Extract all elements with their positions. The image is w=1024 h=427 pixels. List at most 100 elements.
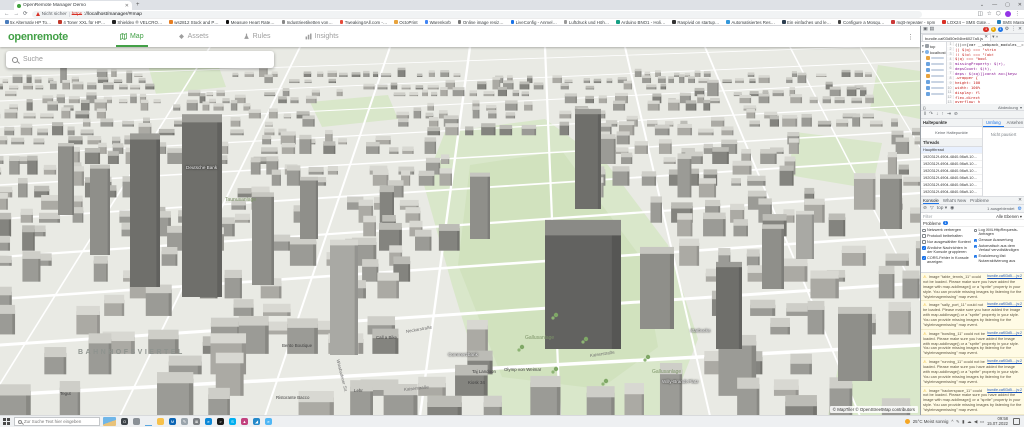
console-setting-checkbox[interactable]: Ähnliche Nachrichten in der Konsole grup…	[922, 246, 972, 255]
tray-icon[interactable]: ☁	[967, 419, 971, 425]
device-toolbar-icon[interactable]: ▤	[930, 27, 935, 33]
forward-icon[interactable]: →	[14, 10, 20, 18]
code-editor[interactable]: 1 (()=>{var __webpack_modules__=({ 2 || …	[947, 42, 1024, 104]
warning-badge[interactable]: 5	[990, 27, 996, 32]
taskbar-app-button[interactable]: O	[121, 418, 128, 425]
worker-thread-row[interactable]: 1920312f-4904-4840-98a9-10…	[921, 168, 982, 175]
devtools-close-icon[interactable]: ✕	[1018, 27, 1022, 33]
message-source-link[interactable]: bundle.caf03d5….js:2	[987, 388, 1022, 392]
bookmark-item[interactable]: Online image resiz…	[457, 20, 504, 25]
issues-tab[interactable]: Probleme	[970, 197, 989, 204]
weather-label[interactable]: 25°C Meist sonnig	[913, 419, 949, 424]
tab-close-icon[interactable]: ✕	[125, 3, 129, 9]
map-canvas[interactable]: BAHNHOFSVIERTEL Gallusanlage Gallusanlage T…	[0, 47, 920, 415]
console-setting-checkbox[interactable]: Nur ausgewählter Kontext	[922, 240, 972, 244]
asset-search-box[interactable]	[6, 51, 274, 68]
line-number[interactable]: 6	[947, 66, 954, 71]
devtools-menu-icon[interactable]: ⋮	[1011, 27, 1016, 33]
line-number[interactable]: 12	[947, 95, 954, 100]
debugger-control-icon[interactable]: ↑	[941, 112, 943, 118]
debugger-control-icon[interactable]: ↓	[936, 112, 938, 118]
bookmark-item[interactable]: OctoPrint	[394, 20, 418, 25]
bookmark-item[interactable]: Shieldex ® VELCRO…	[112, 20, 162, 25]
taskbar-app-button[interactable]: S	[229, 418, 236, 425]
console-setting-checkbox[interactable]: CORS-Fehler in Konsole anzeigen	[922, 256, 972, 265]
clear-console-icon[interactable]: ⊘	[923, 206, 927, 212]
live-expression-eye-icon[interactable]: ◉	[950, 206, 954, 212]
new-tab-button[interactable]: +	[136, 2, 140, 9]
bookmark-item[interactable]: 4 Toner XXL für HP…	[58, 20, 105, 25]
bookmark-item[interactable]: 5x Alternativ HP To…	[5, 20, 51, 25]
bookmark-item[interactable]: Warenkorb	[424, 20, 451, 25]
bookmark-item[interactable]: SMS Masterversan…	[997, 20, 1024, 25]
scope-tab[interactable]: Umfang	[983, 119, 1004, 127]
worker-thread-row[interactable]: 1920312f-4904-4840-98a9-10…	[921, 161, 982, 168]
line-number[interactable]: 3	[947, 51, 954, 56]
line-number[interactable]: 8	[947, 75, 954, 80]
line-number[interactable]: 10	[947, 85, 954, 90]
tab-insights[interactable]: Insights	[301, 26, 343, 47]
watch-tab[interactable]: Ansehen	[1004, 119, 1024, 127]
tray-icon[interactable]: ▮	[962, 419, 964, 425]
bookmark-item[interactable]: Arduino BNO1 - Holi…	[616, 20, 665, 25]
debugger-control-icon[interactable]: ⇥	[947, 112, 951, 118]
tab-map[interactable]: Map	[115, 26, 148, 47]
worker-thread-row[interactable]: 1920312f-4904-4840-98a9-10…	[921, 182, 982, 189]
taskbar-clock[interactable]: 09:58 15.07.2022	[987, 416, 1008, 426]
pretty-print-icon[interactable]: {}	[923, 105, 926, 110]
message-source-link[interactable]: bundle.caf03d5….js:2	[987, 274, 1022, 278]
close-window-button[interactable]: ✕	[1018, 2, 1022, 8]
start-button-icon[interactable]	[2, 417, 11, 426]
tray-icon[interactable]: ▭	[980, 419, 984, 425]
bookmark-star-icon[interactable]: ☆	[987, 11, 992, 17]
context-selector[interactable]: top ▾	[937, 206, 947, 212]
breakpoints-header[interactable]: Haltepunkte	[921, 119, 982, 127]
taskbar-app-button[interactable]: ✎	[181, 418, 188, 425]
line-number[interactable]: 2	[947, 47, 954, 52]
maximize-button[interactable]: ▢	[1005, 2, 1010, 8]
bookmark-item[interactable]: LiveConfig - Anmel…	[510, 20, 557, 25]
more-tabs-icon[interactable]: »	[996, 35, 999, 41]
profile-avatar[interactable]	[1004, 11, 1011, 17]
bookmark-item[interactable]: ws2812 Stock and P…	[169, 20, 219, 25]
coverage-caret-icon[interactable]: ▾	[1020, 105, 1022, 110]
taskbar-app-button[interactable]	[145, 417, 152, 426]
line-number[interactable]: 7	[947, 71, 954, 76]
taskbar-app-button[interactable]	[133, 418, 140, 425]
line-number[interactable]: 1	[947, 42, 954, 47]
issues-badge[interactable]: 1	[997, 27, 1003, 32]
drawer-close-icon[interactable]: ✕	[1018, 198, 1022, 204]
bookmark-item[interactable]: Automatisiertes Res…	[726, 20, 775, 25]
tab-search-chevron-icon[interactable]: ⌄	[980, 2, 984, 8]
taskbar-search-input[interactable]	[24, 419, 96, 424]
console-setting-checkbox[interactable]: Log XMLHttpRequests-Anfragen	[973, 228, 1024, 237]
back-icon[interactable]: ←	[4, 10, 10, 18]
console-setting-checkbox[interactable]: Automatisch aus dem Verlauf vervollständ…	[973, 244, 1024, 253]
action-center-icon[interactable]	[1013, 418, 1020, 425]
whats-new-tab[interactable]: What's New	[943, 197, 966, 204]
taskbar-search[interactable]	[14, 417, 100, 426]
coverage-label[interactable]: Abdeckung	[998, 105, 1018, 110]
line-number[interactable]: 4	[947, 56, 954, 61]
line-number[interactable]: 5	[947, 61, 954, 66]
console-setting-checkbox[interactable]: Protokoll beibehalten	[922, 234, 972, 238]
bookmark-item[interactable]: LOX24 – SMS Gate…	[942, 20, 990, 25]
taskbar-app-button[interactable]: e	[205, 418, 212, 425]
devtools-settings-gear-icon[interactable]: ⚙	[1005, 27, 1009, 33]
tab-rules[interactable]: Rules	[239, 26, 275, 47]
log-levels-selector[interactable]: Alle Ebenen ▾	[996, 214, 1022, 219]
inspect-element-icon[interactable]: ▣	[923, 27, 928, 33]
worker-thread-row[interactable]: 1920312f-4904-4840-98a9-10…	[921, 175, 982, 182]
debugger-control-icon[interactable]: ‖	[924, 112, 926, 118]
file-tab-close-icon[interactable]: ✕	[984, 35, 988, 41]
bookmark-item[interactable]: mqtt-repeater - npm	[891, 20, 935, 25]
tab-caret-icon[interactable]: ▾	[992, 35, 994, 41]
console-setting-checkbox[interactable]: Netzwerk verbergen	[922, 228, 972, 232]
bookmark-item[interactable]: Measure Heart Rate…	[225, 20, 275, 25]
bookmark-item[interactable]: Industrieetiketten von…	[281, 20, 333, 25]
source-file-tab[interactable]: bundle.caf03d50e04be6027a5.js ✕	[922, 34, 992, 41]
url-bar[interactable]: Nicht sicher https ://localhost/manager/…	[31, 10, 922, 18]
taskbar-app-button[interactable]: ◢	[253, 418, 260, 425]
line-number[interactable]: 13	[947, 99, 954, 104]
message-source-link[interactable]: bundle.caf03d5….js:2	[987, 331, 1022, 335]
